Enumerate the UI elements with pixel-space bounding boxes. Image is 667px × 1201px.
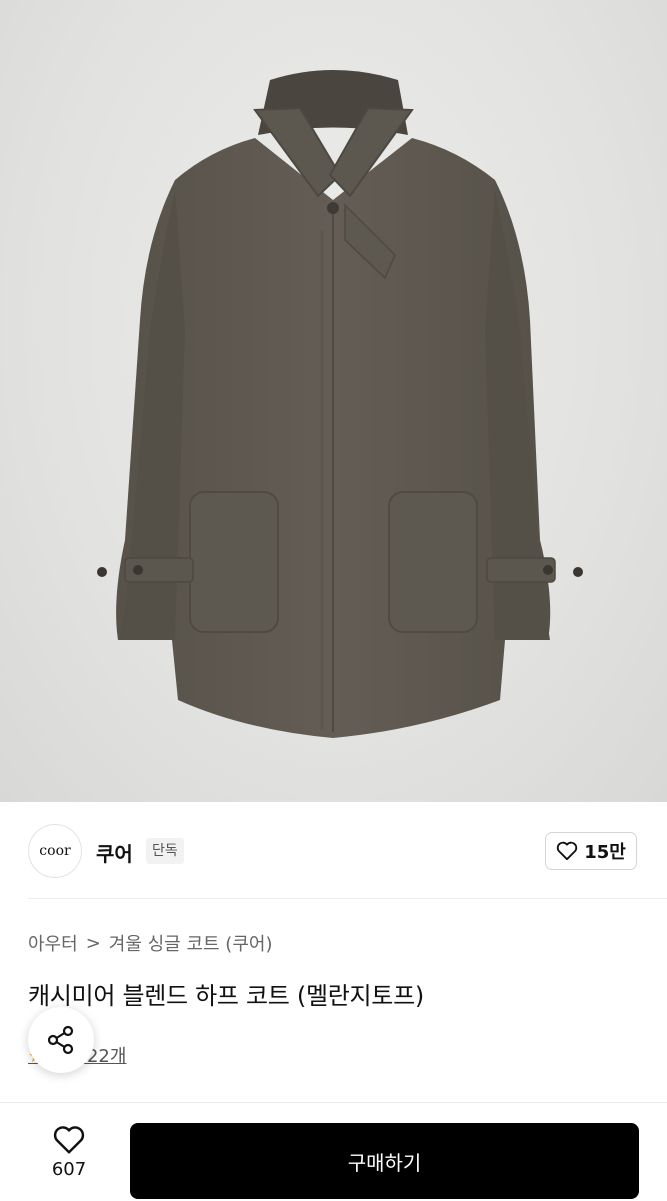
wishlist-count: 607	[51, 1159, 87, 1180]
divider	[28, 898, 667, 899]
brand-logo[interactable]: coor	[28, 824, 82, 878]
chevron-right-icon: >	[85, 932, 101, 954]
share-button[interactable]	[28, 1007, 94, 1073]
heart-icon	[557, 841, 578, 861]
product-title: 캐시미어 블렌드 하프 코트 (멜란지토프)	[28, 982, 424, 1010]
breadcrumb-subcategory[interactable]: 겨울 싱글 코트 (쿠어)	[109, 930, 273, 956]
coat-illustration	[97, 70, 583, 738]
brand-like-button[interactable]: 15만	[545, 832, 637, 870]
breadcrumb-category[interactable]: 아우터	[28, 930, 78, 956]
buy-button[interactable]: 구매하기	[130, 1123, 639, 1199]
brand-row: coor 쿠어 단독 15만	[0, 802, 667, 899]
brand-like-count: 15만	[584, 842, 626, 863]
heart-icon	[53, 1126, 85, 1154]
bottom-action-bar: 607 구매하기	[0, 1102, 667, 1201]
share-icon	[47, 1025, 74, 1055]
breadcrumb: 아우터 > 겨울 싱글 코트 (쿠어)	[28, 930, 272, 956]
product-image	[0, 0, 667, 802]
brand-name[interactable]: 쿠어	[96, 838, 133, 867]
exclusive-badge: 단독	[146, 838, 184, 864]
wishlist-button[interactable]: 607	[30, 1125, 108, 1195]
